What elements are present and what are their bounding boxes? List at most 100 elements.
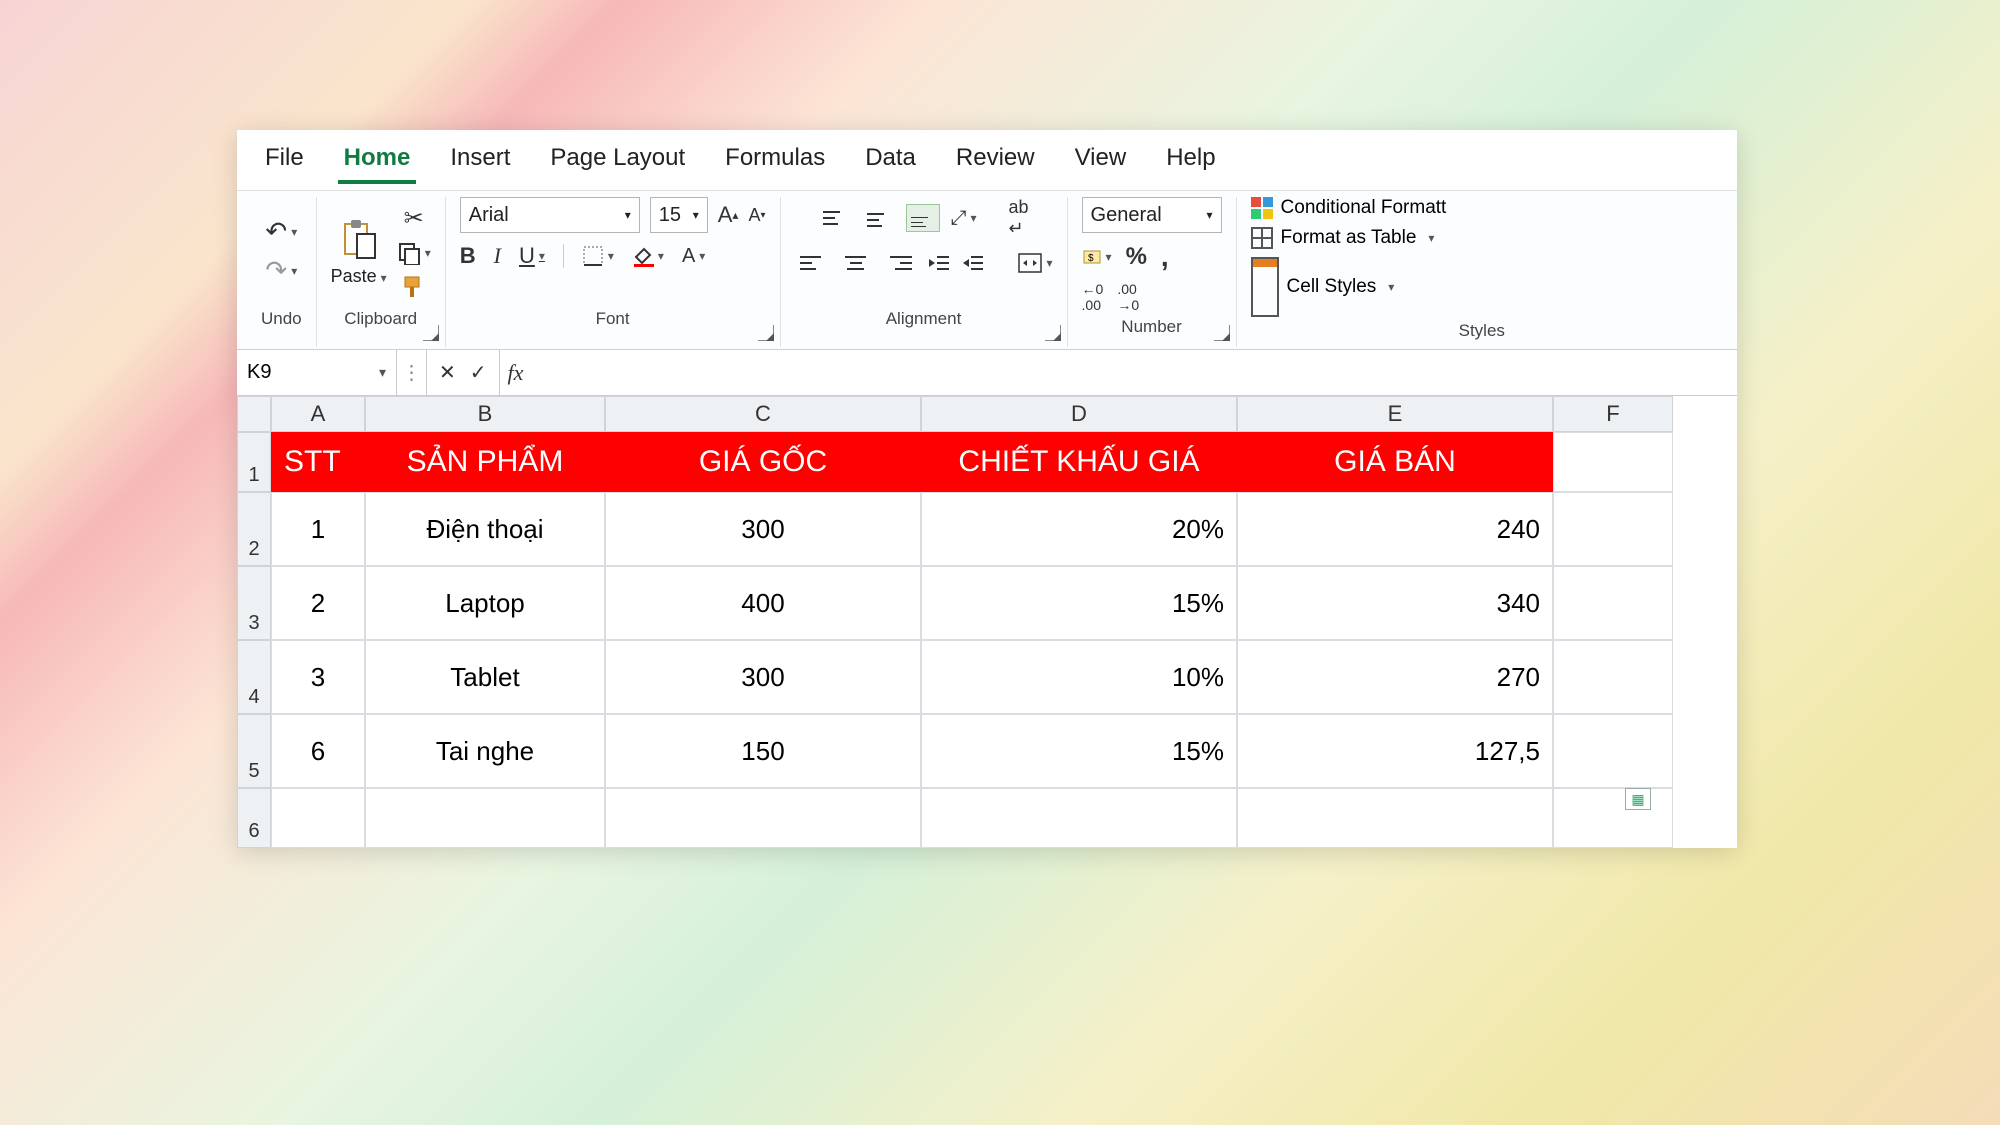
cell-F1[interactable] (1553, 432, 1673, 492)
tab-page-layout[interactable]: Page Layout (544, 140, 691, 184)
orientation-button[interactable]: ⤢ (950, 207, 976, 230)
cell-B4[interactable]: Tablet (365, 640, 605, 714)
align-bottom-button[interactable] (906, 204, 940, 232)
cell-C1[interactable]: GIÁ GỐC (605, 432, 921, 492)
cell-A2[interactable]: 1 (271, 492, 365, 566)
tab-home[interactable]: Home (338, 140, 417, 184)
cell-D2[interactable]: 20% (921, 492, 1237, 566)
cell-E5[interactable]: 127,5 (1237, 714, 1553, 788)
tab-insert[interactable]: Insert (444, 140, 516, 184)
font-size-select[interactable]: 15▾ (650, 197, 708, 233)
decrease-decimal-button[interactable]: .00→0 (1117, 281, 1139, 313)
enter-formula-button[interactable]: ✓ (470, 360, 487, 385)
cell-C6[interactable] (605, 788, 921, 848)
cell-F5[interactable] (1553, 714, 1673, 788)
undo-button[interactable]: ↶ (265, 216, 297, 247)
decrease-indent-button[interactable] (927, 253, 951, 273)
row-header-1[interactable]: 1 (237, 432, 271, 492)
cell-C5[interactable]: 150 (605, 714, 921, 788)
tab-view[interactable]: View (1069, 140, 1133, 184)
cut-button[interactable]: ✂ (404, 204, 424, 233)
cell-E6[interactable] (1237, 788, 1553, 848)
cell-F6[interactable] (1553, 788, 1673, 848)
cell-E1[interactable]: GIÁ BÁN (1237, 432, 1553, 492)
align-left-button[interactable] (795, 249, 829, 277)
formula-input[interactable] (531, 350, 1737, 395)
autofill-options-button[interactable]: ▦ (1625, 788, 1651, 810)
col-header-C[interactable]: C (605, 396, 921, 432)
comma-format-button[interactable]: , (1161, 241, 1169, 273)
cell-B1[interactable]: SẢN PHẨM (365, 432, 605, 492)
spreadsheet-grid[interactable]: A B C D E F 1 STT SẢN PHẨM GIÁ GỐC CHIẾT… (237, 396, 1737, 848)
cell-A4[interactable]: 3 (271, 640, 365, 714)
cell-A1[interactable]: STT (271, 432, 365, 492)
col-header-E[interactable]: E (1237, 396, 1553, 432)
clipboard-dialog-launcher[interactable] (423, 325, 439, 341)
cell-styles-button[interactable]: Cell Styles (1251, 257, 1395, 317)
tab-formulas[interactable]: Formulas (719, 140, 831, 184)
cell-B5[interactable]: Tai nghe (365, 714, 605, 788)
increase-decimal-button[interactable]: ←0.00 (1082, 281, 1104, 313)
name-box[interactable]: K9▾ (237, 350, 397, 395)
percent-format-button[interactable]: % (1126, 243, 1147, 271)
conditional-formatting-button[interactable]: Conditional Formatt (1251, 197, 1447, 219)
cell-A3[interactable]: 2 (271, 566, 365, 640)
row-header-6[interactable]: 6 (237, 788, 271, 848)
cell-E2[interactable]: 240 (1237, 492, 1553, 566)
tab-help[interactable]: Help (1160, 140, 1221, 184)
borders-button[interactable] (582, 245, 614, 267)
cell-B6[interactable] (365, 788, 605, 848)
merge-center-button[interactable] (1017, 252, 1053, 274)
paste-button[interactable]: Paste (331, 216, 387, 287)
format-painter-button[interactable] (401, 273, 427, 299)
cell-B3[interactable]: Laptop (365, 566, 605, 640)
fx-label[interactable]: fx (500, 350, 532, 395)
align-right-button[interactable] (883, 249, 917, 277)
row-header-5[interactable]: 5 (237, 714, 271, 788)
increase-font-button[interactable]: A▴ (718, 202, 739, 228)
decrease-font-button[interactable]: A▾ (748, 205, 765, 226)
cell-D1[interactable]: CHIẾT KHẤU GIÁ (921, 432, 1237, 492)
font-name-select[interactable]: Arial▾ (460, 197, 640, 233)
cell-B2[interactable]: Điện thoại (365, 492, 605, 566)
cell-D3[interactable]: 15% (921, 566, 1237, 640)
cell-E3[interactable]: 340 (1237, 566, 1553, 640)
cell-D6[interactable] (921, 788, 1237, 848)
select-all-corner[interactable] (237, 396, 271, 432)
cell-F2[interactable] (1553, 492, 1673, 566)
tab-data[interactable]: Data (859, 140, 922, 184)
redo-button[interactable]: ↷ (265, 255, 297, 286)
font-dialog-launcher[interactable] (758, 325, 774, 341)
tab-file[interactable]: File (259, 140, 310, 184)
bold-button[interactable]: B (460, 243, 476, 269)
cell-C2[interactable]: 300 (605, 492, 921, 566)
alignment-dialog-launcher[interactable] (1045, 325, 1061, 341)
tab-review[interactable]: Review (950, 140, 1041, 184)
cell-F4[interactable] (1553, 640, 1673, 714)
cancel-formula-button[interactable]: ✕ (439, 360, 456, 385)
increase-indent-button[interactable] (961, 253, 985, 273)
align-top-button[interactable] (818, 204, 852, 232)
wrap-text-button[interactable]: ab↵ (1009, 197, 1029, 239)
cell-C3[interactable]: 400 (605, 566, 921, 640)
cell-D4[interactable]: 10% (921, 640, 1237, 714)
number-format-select[interactable]: General▾ (1082, 197, 1222, 233)
row-header-4[interactable]: 4 (237, 640, 271, 714)
col-header-D[interactable]: D (921, 396, 1237, 432)
fill-color-button[interactable] (632, 245, 664, 267)
align-center-button[interactable] (839, 249, 873, 277)
cell-C4[interactable]: 300 (605, 640, 921, 714)
copy-button[interactable] (397, 241, 431, 265)
underline-button[interactable]: U (519, 243, 545, 269)
row-header-3[interactable]: 3 (237, 566, 271, 640)
cell-E4[interactable]: 270 (1237, 640, 1553, 714)
accounting-format-button[interactable]: $ (1082, 247, 1112, 267)
font-color-button[interactable]: A (682, 245, 705, 268)
italic-button[interactable]: I (494, 243, 501, 269)
col-header-B[interactable]: B (365, 396, 605, 432)
cell-D5[interactable]: 15% (921, 714, 1237, 788)
row-header-2[interactable]: 2 (237, 492, 271, 566)
number-dialog-launcher[interactable] (1214, 325, 1230, 341)
col-header-A[interactable]: A (271, 396, 365, 432)
cell-A5[interactable]: 6 (271, 714, 365, 788)
